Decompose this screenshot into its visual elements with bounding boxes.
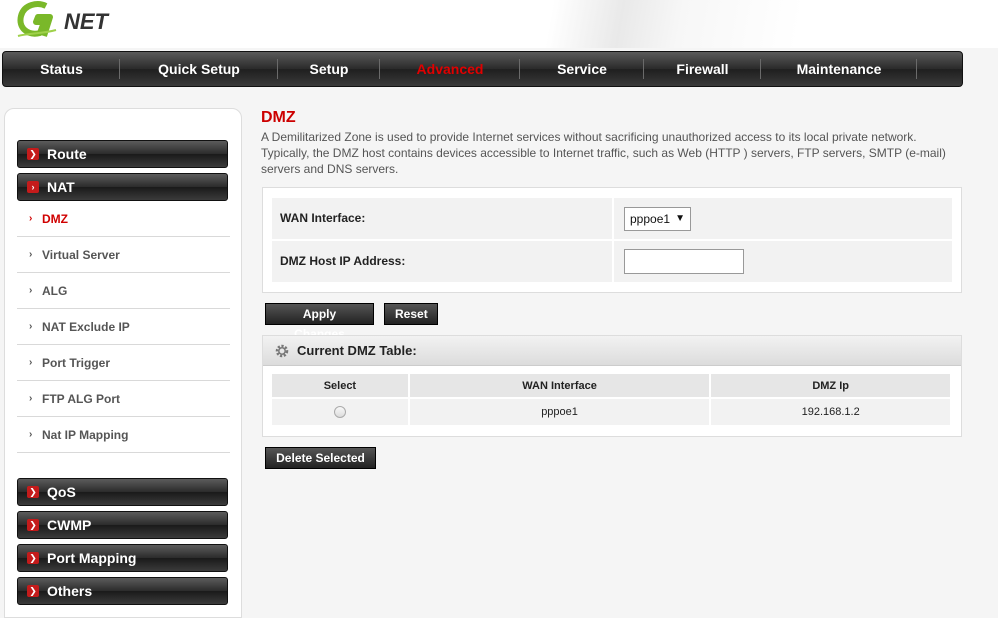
dropdown-arrow-icon: ▼	[675, 213, 685, 224]
column-header-dmz-ip: DMZ Ip	[710, 374, 952, 398]
logo: NET	[16, 0, 126, 42]
sidebar-group-others[interactable]: ❯ Others	[17, 577, 228, 605]
wan-interface-label: WAN Interface:	[280, 211, 366, 225]
sidebar-item-label: NAT Exclude IP	[42, 320, 130, 334]
chevron-down-icon: ❯	[27, 148, 39, 160]
wan-interface-row: WAN Interface: pppoe1 ▼	[272, 198, 952, 239]
sidebar-item-label: Port Trigger	[42, 356, 111, 370]
bullet-icon: ›	[29, 393, 33, 404]
logo-g-icon	[17, 1, 57, 37]
select-cell	[272, 397, 410, 425]
row-select-radio[interactable]	[333, 406, 346, 419]
nav-firewall[interactable]: Firewall	[644, 52, 761, 86]
delete-selected-button[interactable]: Delete Selected	[265, 447, 376, 469]
header: NET	[0, 0, 998, 48]
wan-interface-selected-value: pppoe1	[630, 212, 671, 226]
nav-setup[interactable]: Setup	[278, 52, 380, 86]
sidebar-item-label: Nat IP Mapping	[42, 428, 129, 442]
reset-button[interactable]: Reset	[384, 303, 438, 325]
sidebar-group-label: Route	[47, 146, 87, 162]
sidebar-group-route[interactable]: ❯ Route	[17, 140, 228, 168]
gear-icon	[275, 344, 289, 358]
dmz-host-row: DMZ Host IP Address:	[272, 241, 952, 282]
sidebar-group-label: Others	[47, 583, 93, 599]
sidebar-item-dmz[interactable]: › DMZ	[17, 201, 230, 237]
sidebar-group-label: QoS	[47, 484, 76, 500]
dmz-form: WAN Interface: pppoe1 ▼ DMZ Host IP Addr…	[262, 187, 962, 293]
dmz-table: Select WAN Interface DMZ Ip pppoe1 192.1…	[272, 374, 952, 425]
wan-interface-cell: pppoe1	[408, 397, 712, 425]
top-navigation: Status Quick Setup Setup Advanced Servic…	[2, 51, 963, 87]
dmz-ip-cell: 192.168.1.2	[710, 397, 952, 425]
nav-maintenance[interactable]: Maintenance	[761, 52, 917, 86]
nav-advanced[interactable]: Advanced	[380, 52, 520, 86]
page-title: DMZ	[261, 109, 296, 126]
sidebar-item-label: Virtual Server	[42, 248, 120, 262]
sidebar-item-label: ALG	[42, 284, 68, 298]
table-title: Current DMZ Table:	[297, 343, 417, 358]
sidebar-item-nat-ip-mapping[interactable]: › Nat IP Mapping	[17, 417, 230, 453]
chevron-down-icon: ❯	[27, 486, 39, 498]
bullet-icon: ›	[29, 429, 33, 440]
table-header-bar: Current DMZ Table:	[263, 336, 961, 366]
logo-text: NET	[64, 9, 108, 34]
dmz-host-ip-input[interactable]	[624, 249, 744, 274]
column-header-select: Select	[272, 374, 410, 398]
sidebar-group-nat[interactable]: › NAT	[17, 173, 228, 201]
sidebar-item-label: FTP ALG Port	[42, 392, 120, 406]
wan-interface-cell: pppoe1 ▼	[612, 198, 952, 239]
bullet-icon: ›	[29, 285, 33, 296]
chevron-down-icon: ❯	[27, 585, 39, 597]
nav-quick-setup[interactable]: Quick Setup	[120, 52, 278, 86]
bullet-icon: ›	[29, 213, 33, 224]
sidebar-group-port-mapping[interactable]: ❯ Port Mapping	[17, 544, 228, 572]
sidebar-item-virtual-server[interactable]: › Virtual Server	[17, 237, 230, 273]
sidebar-item-alg[interactable]: › ALG	[17, 273, 230, 309]
table-row: pppoe1 192.168.1.2	[272, 397, 952, 425]
nav-status[interactable]: Status	[3, 52, 120, 86]
sidebar-group-label: Port Mapping	[47, 550, 137, 566]
bullet-icon: ›	[29, 321, 33, 332]
bullet-icon: ›	[29, 357, 33, 368]
chevron-right-icon: ›	[27, 181, 39, 193]
sidebar-item-nat-exclude-ip[interactable]: › NAT Exclude IP	[17, 309, 230, 345]
dmz-host-label: DMZ Host IP Address:	[280, 254, 406, 268]
sidebar-item-port-trigger[interactable]: › Port Trigger	[17, 345, 230, 381]
nav-service[interactable]: Service	[520, 52, 644, 86]
chevron-down-icon: ❯	[27, 519, 39, 531]
sidebar-group-cwmp[interactable]: ❯ CWMP	[17, 511, 228, 539]
sidebar: ❯ Route › NAT › DMZ › Virtual Server › A…	[4, 108, 242, 618]
wan-interface-select[interactable]: pppoe1 ▼	[624, 207, 691, 231]
sidebar-group-label: NAT	[47, 179, 75, 195]
table-header-row: Select WAN Interface DMZ Ip	[272, 374, 952, 398]
dmz-host-cell	[612, 241, 952, 282]
sidebar-item-label: DMZ	[42, 212, 68, 226]
apply-changes-button[interactable]: Apply Changes	[265, 303, 374, 341]
column-header-wan-interface: WAN Interface	[408, 374, 712, 398]
sidebar-group-label: CWMP	[47, 517, 92, 533]
sidebar-group-qos[interactable]: ❯ QoS	[17, 478, 228, 506]
page-description: A Demilitarized Zone is used to provide …	[261, 130, 946, 176]
chevron-down-icon: ❯	[27, 552, 39, 564]
sidebar-item-ftp-alg-port[interactable]: › FTP ALG Port	[17, 381, 230, 417]
bullet-icon: ›	[29, 249, 33, 260]
dmz-table-panel: Current DMZ Table: Select WAN Interface …	[262, 335, 962, 437]
